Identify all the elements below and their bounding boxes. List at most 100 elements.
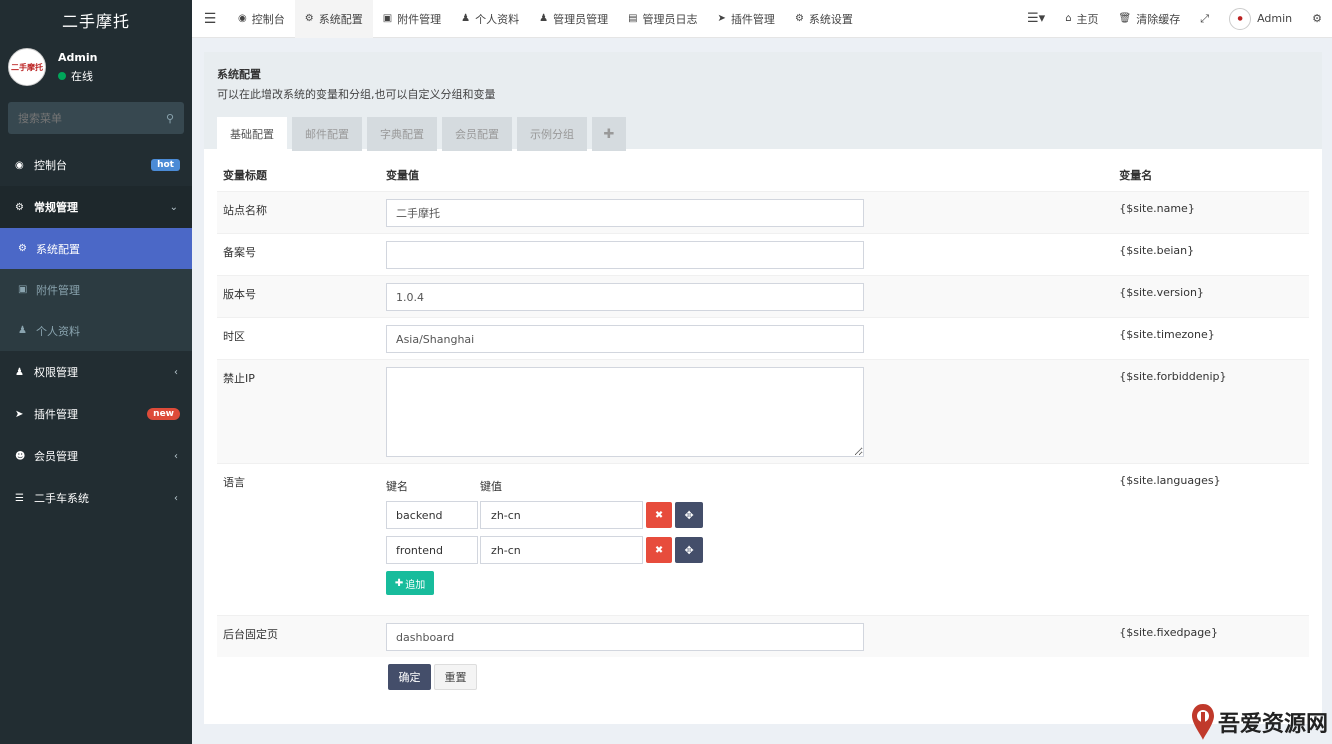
tab-label: 控制台 bbox=[251, 12, 285, 26]
rocket-icon: ➤ bbox=[717, 13, 726, 24]
tab-system-config[interactable]: ⚙ 系统配置 bbox=[294, 0, 373, 38]
fullscreen-button[interactable]: ⤢ bbox=[1190, 0, 1219, 38]
lang-value-input[interactable]: zh-cn bbox=[480, 501, 644, 529]
tab-system-settings[interactable]: ⚙ 系统设置 bbox=[785, 0, 863, 38]
new-badge: new bbox=[147, 408, 180, 420]
top-navbar: ☰ ◉ 控制台 ⚙ 系统配置 ▣ 附件管理 ♟ 个人资料 ♟ 管理员管理 ▤ 管理员日志 ➤… bbox=[192, 0, 1332, 38]
dashboard-icon: ◉ bbox=[15, 159, 24, 171]
table-row: 站点名称 {$site.name} bbox=[217, 191, 1309, 233]
row-title: 版本号 bbox=[223, 288, 256, 301]
kv-row: frontend zh-cn ✖ ✥ bbox=[386, 536, 1119, 564]
tab-label: 附件管理 bbox=[397, 12, 442, 26]
online-dot-icon bbox=[58, 71, 66, 80]
key-header: 键名 bbox=[386, 480, 409, 493]
fullscreen-icon: ⤢ bbox=[1200, 11, 1210, 25]
remove-row-button[interactable]: ✖ bbox=[646, 502, 673, 528]
var-name: {$site.beian} bbox=[1119, 244, 1195, 257]
user-status: 在线 bbox=[58, 68, 97, 84]
lang-key-input[interactable]: backend bbox=[386, 501, 479, 529]
table-row: 语言 键名 键值 backend zh-cn ✖ ✥ frontend zh-c… bbox=[217, 463, 1309, 615]
cog-icon: ⚙ bbox=[304, 13, 314, 24]
sidebar-item-auth[interactable]: ♟ 权限管理 ‹ bbox=[0, 351, 192, 393]
chevron-down-icon: ⌄ bbox=[169, 201, 178, 213]
column-header: 变量值 bbox=[386, 169, 420, 182]
admin-menu[interactable]: ● Admin bbox=[1219, 0, 1302, 38]
table-row: 时区 {$site.timezone} bbox=[217, 317, 1309, 359]
sidebar-subitem-label: 个人资料 bbox=[36, 324, 80, 338]
page-description: 可以在此增改系统的变量和分组,也可以自定义分组和变量 bbox=[217, 88, 496, 101]
lang-key-input[interactable]: frontend bbox=[386, 536, 479, 564]
tab-basic-config[interactable]: 基础配置 bbox=[217, 117, 287, 151]
search-box: ⚲ bbox=[8, 102, 184, 134]
version-input[interactable] bbox=[386, 283, 865, 311]
tab-plugins[interactable]: ➤ 插件管理 bbox=[708, 0, 785, 38]
app-logo[interactable]: 二手摩托 bbox=[0, 0, 192, 40]
remove-row-button[interactable]: ✖ bbox=[646, 537, 673, 563]
kv-header: 键名 键值 bbox=[386, 478, 1119, 494]
kv-row: backend zh-cn ✖ ✥ bbox=[386, 501, 1119, 529]
cog-icon: ⚙ bbox=[18, 243, 27, 254]
table-row: 后台固定页 {$site.fixedpage} bbox=[217, 615, 1309, 657]
sidebar-subitem-attachments[interactable]: ▣ 附件管理 bbox=[0, 269, 192, 310]
site-name-input[interactable] bbox=[386, 199, 865, 227]
sidebar-item-plugins[interactable]: ➤ 插件管理 new bbox=[0, 393, 192, 435]
sidebar-subitem-label: 系统配置 bbox=[36, 242, 80, 256]
settings-button[interactable]: ⚙ bbox=[1302, 0, 1332, 38]
rocket-icon: ➤ bbox=[15, 408, 24, 420]
sidebar-item-label: 插件管理 bbox=[34, 408, 78, 421]
value-header: 键值 bbox=[480, 480, 503, 493]
var-name: {$site.timezone} bbox=[1119, 328, 1215, 341]
timezone-input[interactable] bbox=[386, 325, 865, 353]
lang-value-input[interactable]: zh-cn bbox=[480, 536, 644, 564]
tab-email-config[interactable]: 邮件配置 bbox=[292, 117, 362, 151]
tab-profile[interactable]: ♟ 个人资料 bbox=[451, 0, 529, 38]
sidebar-subitem-label: 附件管理 bbox=[36, 283, 80, 297]
tab-admin-manage[interactable]: ♟ 管理员管理 bbox=[529, 0, 618, 38]
tab-label: 管理员日志 bbox=[642, 12, 698, 26]
forbidden-ip-textarea[interactable] bbox=[386, 367, 865, 457]
submit-button[interactable]: 确定 bbox=[388, 664, 431, 690]
sidebar-item-dashboard[interactable]: ◉ 控制台 hot bbox=[0, 144, 192, 186]
clear-cache-button[interactable]: 🗑 清除缓存 bbox=[1109, 0, 1191, 38]
sidebar-item-label: 常规管理 bbox=[34, 201, 78, 214]
home-label: 主页 bbox=[1076, 12, 1099, 26]
tab-member-config[interactable]: 会员配置 bbox=[442, 117, 512, 151]
sidebar-item-usedcar[interactable]: ☰ 二手车系统 ‹ bbox=[0, 477, 192, 519]
admin-avatar: ● bbox=[1229, 7, 1252, 30]
tab-admin-log[interactable]: ▤ 管理员日志 bbox=[618, 0, 707, 38]
search-input[interactable] bbox=[18, 111, 148, 125]
sidebar-toggle-icon[interactable]: ☰ bbox=[192, 0, 228, 38]
var-name: {$site.languages} bbox=[1119, 474, 1221, 487]
append-button[interactable]: ✚ 追加 bbox=[386, 571, 435, 595]
tab-dictionary-config[interactable]: 字典配置 bbox=[367, 117, 437, 151]
user-avatar: 二手摩托 bbox=[8, 48, 46, 86]
table-header: 变量标题 变量值 变量名 bbox=[217, 159, 1309, 191]
tab-dropdown-button[interactable]: ☰▾ bbox=[1017, 0, 1055, 38]
search-icon[interactable]: ⚲ bbox=[166, 112, 174, 125]
beian-input[interactable] bbox=[386, 241, 865, 269]
var-name: {$site.forbiddenip} bbox=[1119, 370, 1227, 383]
page-title: 系统配置 bbox=[217, 68, 261, 81]
reset-button[interactable]: 重置 bbox=[434, 664, 477, 690]
home-link[interactable]: ⌂ 主页 bbox=[1055, 0, 1108, 38]
drag-handle-button[interactable]: ✥ bbox=[675, 502, 704, 528]
hot-badge: hot bbox=[151, 159, 180, 171]
tab-example-group[interactable]: 示例分组 bbox=[517, 117, 587, 151]
sidebar-item-members[interactable]: ☻ 会员管理 ‹ bbox=[0, 435, 192, 477]
column-header: 变量名 bbox=[1119, 169, 1153, 182]
table-row: 版本号 {$site.version} bbox=[217, 275, 1309, 317]
fixed-page-input[interactable] bbox=[386, 623, 865, 651]
tab-attachments[interactable]: ▣ 附件管理 bbox=[373, 0, 451, 38]
sidebar-subitem-system-config[interactable]: ⚙ 系统配置 bbox=[0, 228, 192, 269]
sidebar-subitem-profile[interactable]: ♟ 个人资料 bbox=[0, 310, 192, 351]
sidebar-item-label: 控制台 bbox=[34, 159, 67, 172]
sidebar-item-label: 权限管理 bbox=[34, 366, 78, 379]
tab-dashboard[interactable]: ◉ 控制台 bbox=[228, 0, 295, 38]
admin-label: Admin bbox=[1257, 12, 1293, 25]
add-group-plus-icon[interactable]: ✚ bbox=[592, 117, 626, 151]
close-icon: ✖ bbox=[654, 544, 664, 556]
drag-handle-button[interactable]: ✥ bbox=[675, 537, 704, 563]
panel-header: 系统配置 可以在此增改系统的变量和分组,也可以自定义分组和变量 基础配置 邮件配… bbox=[204, 52, 1322, 151]
sidebar-item-general[interactable]: ⚙ 常规管理 ⌄ bbox=[0, 186, 192, 228]
list-dropdown-icon: ☰▾ bbox=[1027, 11, 1046, 26]
